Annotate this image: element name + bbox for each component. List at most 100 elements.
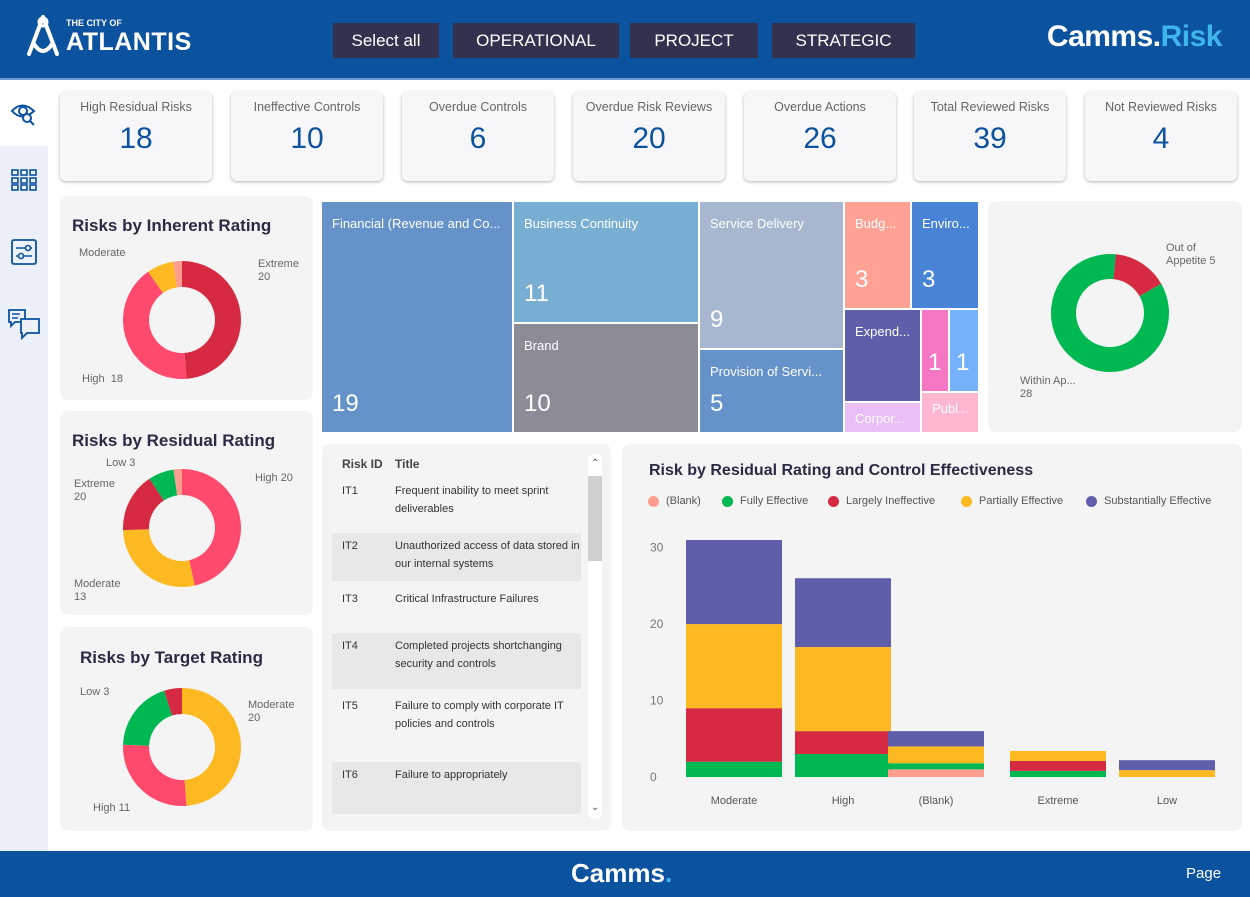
donut-label: Moderate 13 <box>74 578 121 603</box>
bar-segment-moderate-substantially-effective[interactable] <box>686 540 782 625</box>
bar-segment-moderate-fully-effective[interactable] <box>686 761 782 777</box>
treemap-cell[interactable]: Publ... <box>922 393 978 432</box>
table-row[interactable]: IT1 Frequent inability to meet sprint del… <box>332 478 581 522</box>
filter-select-all-button[interactable]: Select all <box>333 23 439 58</box>
treemap-cell[interactable]: Service Delivery 9 <box>700 202 843 348</box>
table-row[interactable]: IT5 Failure to comply with corporate IT p… <box>332 693 581 753</box>
donut-slice-high[interactable] <box>123 744 187 806</box>
treemap-cell-label: Enviro... <box>922 216 970 231</box>
bar-segment-high-partially-effective[interactable] <box>795 647 891 732</box>
treemap-cell[interactable]: 1 <box>922 310 948 391</box>
bar-segment-extreme-largely-ineffective[interactable] <box>1010 760 1106 771</box>
treemap-cell[interactable]: Expend... <box>845 310 920 401</box>
donut-slice-low[interactable] <box>123 690 173 746</box>
bar-segment-high-largely-ineffective[interactable] <box>795 731 891 755</box>
kpi-value: 20 <box>632 122 666 155</box>
treemap-cell-value: 5 <box>710 390 724 417</box>
donut-slice-extreme[interactable] <box>182 261 242 379</box>
donut-label: High 11 <box>93 802 131 814</box>
sliders-icon <box>11 239 37 265</box>
appetite-panel: Out of Appetite 5 Within Ap... 28 <box>988 201 1242 432</box>
treemap-cell[interactable]: 1 <box>950 310 978 391</box>
header: THE CITY OF ATLANTIS Select all OPERATIO… <box>0 0 1250 80</box>
treemap-cell-label: Service Delivery <box>710 216 804 231</box>
treemap-cell-label: Business Continuity <box>524 216 639 231</box>
kpi-card[interactable]: High Residual Risks 18 <box>60 92 212 181</box>
table-row[interactable]: IT4 Completed projects shortchanging secu… <box>332 633 581 689</box>
donut-slice-moderate[interactable] <box>123 529 195 587</box>
kpi-value: 39 <box>973 122 1007 155</box>
kpi-label: High Residual Risks <box>80 100 192 114</box>
risk-id: IT5 <box>342 700 358 712</box>
scroll-up-icon[interactable]: ⌃ <box>591 458 599 469</box>
kpi-card[interactable]: Overdue Actions 26 <box>744 92 896 181</box>
sidebar-item-filters[interactable] <box>0 220 48 284</box>
table-scrollbar[interactable]: ⌃ ⌄ <box>588 454 602 819</box>
kpi-label: Ineffective Controls <box>253 100 361 114</box>
treemap-cell[interactable]: Financial (Revenue and Co... 19 <box>322 202 512 432</box>
table-row[interactable]: IT3 Critical Infrastructure Failures <box>332 586 581 630</box>
kpi-card[interactable]: Overdue Controls 6 <box>402 92 554 181</box>
treemap-cell[interactable]: Business Continuity 11 <box>514 202 698 322</box>
kpi-label: Overdue Risk Reviews <box>585 100 713 114</box>
filter-operational-button[interactable]: OPERATIONAL <box>453 23 619 58</box>
bar-segment-blank--blank-[interactable] <box>888 769 984 777</box>
risk-id: IT1 <box>342 485 358 497</box>
risk-id: IT3 <box>342 593 358 605</box>
bar-segment-moderate-partially-effective[interactable] <box>686 624 782 709</box>
page-label[interactable]: Page <box>1186 865 1221 882</box>
target-rating-panel: Risks by Target Rating Low 3 Moderate 20… <box>60 627 313 831</box>
sidebar <box>0 82 48 851</box>
bar-segment-moderate-largely-ineffective[interactable] <box>686 708 782 762</box>
treemap-cell[interactable]: Enviro... 3 <box>912 202 978 308</box>
camms-footer-logo: Camms. <box>571 858 673 888</box>
kpi-value: 26 <box>803 122 837 155</box>
treemap-cell-value: 1 <box>928 349 942 376</box>
eye-search-icon <box>10 104 36 126</box>
scroll-down-icon[interactable]: ⌄ <box>591 802 599 813</box>
bar-segment-blank-partially-effective[interactable] <box>888 746 984 764</box>
scrollbar-thumb[interactable] <box>588 476 602 561</box>
inherent-rating-panel: Risks by Inherent Rating Moderate Extrem… <box>60 196 313 400</box>
treemap-cell[interactable]: Corpor... <box>845 403 920 432</box>
treemap-cell[interactable]: Budg... 3 <box>845 202 910 308</box>
sidebar-item-grid[interactable] <box>0 148 48 212</box>
table-row[interactable]: IT2 Unauthorized access of data stored in… <box>332 533 581 581</box>
risk-title: Unauthorized access of data stored in ou… <box>395 540 580 570</box>
treemap-cell[interactable]: Brand 10 <box>514 324 698 432</box>
inherent-rating-donut <box>122 261 242 379</box>
treemap-cell-label: Financial (Revenue and Co... <box>332 216 501 231</box>
treemap-cell[interactable]: Provision of Servi... 5 <box>700 350 843 432</box>
donut-label: High 18 <box>82 373 123 385</box>
kpi-card[interactable]: Ineffective Controls 10 <box>231 92 383 181</box>
filter-strategic-button[interactable]: STRATEGIC <box>772 23 915 58</box>
treemap-cell-label: Brand <box>524 338 559 353</box>
bar-segment-high-substantially-effective[interactable] <box>795 578 891 648</box>
filter-project-button[interactable]: PROJECT <box>630 23 758 58</box>
bar-segment-blank-fully-effective[interactable] <box>888 763 984 770</box>
bar-segment-extreme-fully-effective[interactable] <box>1010 770 1106 777</box>
bar-segment-high-fully-effective[interactable] <box>795 754 891 777</box>
sidebar-item-comments[interactable] <box>0 292 48 356</box>
column-header-risk-id: Risk ID <box>342 457 383 471</box>
kpi-card[interactable]: Not Reviewed Risks 4 <box>1085 92 1237 181</box>
x-tick-label: Moderate <box>711 795 757 807</box>
kpi-card[interactable]: Total Reviewed Risks 39 <box>914 92 1066 181</box>
donut-label: Low 3 <box>106 457 136 469</box>
risk-title: Failure to comply with corporate IT poli… <box>395 700 564 730</box>
y-tick-label: 20 <box>650 617 664 631</box>
bar-segment-extreme-partially-effective[interactable] <box>1010 751 1106 761</box>
treemap-cell-value: 9 <box>710 306 724 333</box>
y-tick-label: 0 <box>650 770 657 784</box>
treemap-cell-label: Provision of Servi... <box>710 364 822 379</box>
donut-slice-high[interactable] <box>122 271 187 379</box>
donut-slice-moderate[interactable] <box>182 688 241 806</box>
atlantis-logo-icon <box>27 15 59 56</box>
bar-segment-blank-substantially-effective[interactable] <box>888 731 984 747</box>
table-row[interactable]: IT6 Failure to appropriately <box>332 762 581 814</box>
x-tick-label: Low <box>1157 795 1177 807</box>
bar-segment-low-partially-effective[interactable] <box>1119 770 1215 777</box>
sidebar-item-overview[interactable] <box>0 82 48 146</box>
kpi-card[interactable]: Overdue Risk Reviews 20 <box>573 92 725 181</box>
bar-segment-low-substantially-effective[interactable] <box>1119 760 1215 771</box>
